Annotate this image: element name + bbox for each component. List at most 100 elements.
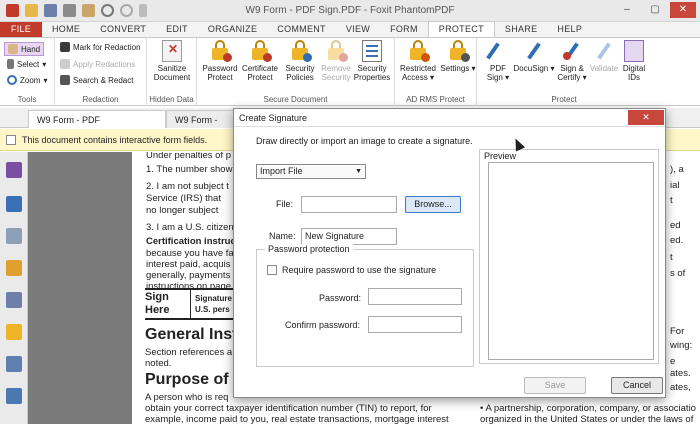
require-password-checkbox[interactable]: [267, 265, 277, 275]
zoom-icon: [7, 75, 17, 85]
tab-convert[interactable]: CONVERT: [90, 22, 156, 37]
dialog-close-button[interactable]: ✕: [628, 110, 664, 125]
doc-text-line: Certification instruc: [146, 236, 236, 247]
select-button[interactable]: Select ▾: [7, 59, 46, 69]
doc-text-line: interest paid, acquis: [146, 259, 231, 270]
sanitize-icon: ✕: [162, 40, 182, 62]
security-icon[interactable]: [6, 324, 22, 340]
tab-edit[interactable]: EDIT: [156, 22, 198, 37]
doc-text-fragment: ed.: [670, 235, 684, 246]
ad-rms-group: Restricted Access ▾ Settings ▾ AD RMS Pr…: [395, 38, 477, 106]
title-bar: W9 Form - PDF Sign.PDF - Foxit PhantomPD…: [0, 0, 700, 22]
window-controls: – ▢ ✕: [614, 2, 696, 18]
security-policies-icon: [290, 40, 312, 62]
browse-button[interactable]: Browse...: [405, 196, 461, 213]
comments-icon[interactable]: [6, 260, 22, 276]
chevron-down-icon: ▾: [43, 75, 48, 85]
search-redact-button[interactable]: Search & Redact: [60, 75, 133, 85]
tab-share[interactable]: SHARE: [495, 22, 548, 37]
password-protect-button[interactable]: Password Protect: [199, 40, 241, 82]
doc-text-fragment: t: [670, 195, 673, 206]
zoom-button[interactable]: Zoom ▾: [7, 75, 47, 85]
create-signature-dialog: Create Signature ✕ Draw directly or impo…: [233, 108, 666, 398]
hidden-data-group: ✕ Sanitize Document Hidden Data: [147, 38, 197, 106]
hand-button[interactable]: Hand: [4, 42, 45, 56]
password-protection-group: Password protection Require password to …: [256, 244, 474, 367]
doc-text-line: • A partnership, corporation, company, o…: [480, 403, 696, 414]
docusign-icon: [524, 40, 544, 62]
window-title: W9 Form - PDF Sign.PDF - Foxit PhantomPD…: [245, 5, 455, 16]
chevron-down-icon: ▼: [355, 168, 362, 175]
preview-panel: Preview: [479, 149, 659, 364]
confirm-password-label: Confirm password:: [285, 320, 361, 330]
doc-text-fragment: e: [670, 356, 676, 367]
tab-home[interactable]: HOME: [42, 22, 90, 37]
tab-organize[interactable]: ORGANIZE: [198, 22, 267, 37]
doc-text-line: A person who is req: [145, 392, 229, 403]
pages-icon[interactable]: [6, 196, 22, 212]
certificate-lock-icon: [250, 40, 272, 62]
doc-text-line: 1. The number show: [146, 164, 233, 175]
secure-document-group-label: Secure Document: [263, 95, 328, 104]
doc-text-line: example, income paid to you, real estate…: [145, 414, 449, 425]
tab-comment[interactable]: COMMENT: [267, 22, 336, 37]
navigation-panel: [0, 152, 28, 424]
mark-for-redaction-button[interactable]: Mark for Redaction: [60, 42, 141, 52]
minimize-icon[interactable]: –: [614, 2, 640, 18]
content-icon[interactable]: [6, 388, 22, 404]
doc-text-line: Service (IRS) that: [146, 193, 221, 204]
digital-ids-button[interactable]: Digital IDs: [613, 40, 655, 82]
doc-text-line: obtain your correct taxpayer identificat…: [145, 403, 432, 414]
bookmarks-icon[interactable]: [6, 162, 22, 178]
purpose-heading: Purpose of F: [145, 371, 243, 388]
doc-text-fragment: ates,: [670, 382, 691, 393]
rms-settings-icon: [448, 40, 470, 62]
name-label: Name:: [269, 231, 296, 241]
password-input[interactable]: [368, 288, 462, 305]
hidden-data-group-label: Hidden Data: [149, 95, 194, 104]
tab-file[interactable]: FILE: [0, 22, 42, 37]
ad-rms-group-label: AD RMS Protect: [406, 95, 465, 104]
file-path-input[interactable]: [301, 196, 397, 213]
tools-group: Hand Select ▾ Zoom ▾ Tools: [0, 38, 55, 106]
doc-text-fragment: For: [670, 326, 685, 337]
save-button[interactable]: Save: [524, 377, 586, 394]
sanitize-document-button[interactable]: ✕ Sanitize Document: [151, 40, 193, 82]
protect-group: PDF Sign ▾ DocuSign ▾ Sign & Certify ▾ V…: [477, 38, 651, 106]
attachments-icon[interactable]: [6, 292, 22, 308]
restricted-access-icon: [408, 40, 430, 62]
signatures-icon[interactable]: [6, 356, 22, 372]
signature-name-input[interactable]: New Signature: [301, 228, 397, 245]
dialog-instructions: Draw directly or import an image to crea…: [256, 136, 473, 146]
mark-redaction-icon: [60, 42, 70, 52]
confirm-password-input[interactable]: [368, 316, 462, 333]
security-properties-button[interactable]: Security Properties: [351, 40, 393, 82]
tab-form[interactable]: FORM: [380, 22, 428, 37]
cancel-button[interactable]: Cancel: [611, 377, 663, 394]
sign-here-box: Sign Here Signature U.S. pers: [145, 288, 241, 320]
signature-method-select[interactable]: Import File ▼: [256, 164, 366, 179]
doc-text-line: generally, payments: [146, 270, 231, 281]
tab-view[interactable]: VIEW: [336, 22, 380, 37]
apply-redactions-button[interactable]: Apply Redactions: [60, 59, 135, 69]
certificate-protect-button[interactable]: Certificate Protect: [239, 40, 281, 82]
preview-label: Preview: [484, 151, 517, 161]
tab-help[interactable]: HELP: [547, 22, 592, 37]
pdf-sign-icon: [486, 40, 508, 62]
search-redact-icon: [60, 75, 70, 85]
layers-icon[interactable]: [6, 228, 22, 244]
docusign-button[interactable]: DocuSign ▾: [513, 40, 555, 73]
doc-tab-pdf-sign[interactable]: W9 Form - PDF Sign.PDF✕: [28, 110, 166, 143]
doc-text-line: 2. I am not subject t: [146, 181, 229, 192]
close-window-icon[interactable]: ✕: [670, 2, 696, 18]
doc-text-line: 3. I am a U.S. citizen: [146, 222, 234, 233]
validate-icon: [594, 40, 614, 62]
rms-settings-button[interactable]: Settings ▾: [437, 40, 479, 73]
maximize-icon[interactable]: ▢: [642, 2, 668, 18]
tab-protect[interactable]: PROTECT: [427, 21, 495, 37]
restricted-access-button[interactable]: Restricted Access ▾: [397, 40, 439, 82]
doc-text-fragment: ed: [670, 220, 681, 231]
ribbon: Hand Select ▾ Zoom ▾ Tools Mark for Reda…: [0, 38, 700, 106]
doc-text-fragment: s of: [670, 268, 686, 279]
remove-security-icon: [326, 40, 348, 62]
